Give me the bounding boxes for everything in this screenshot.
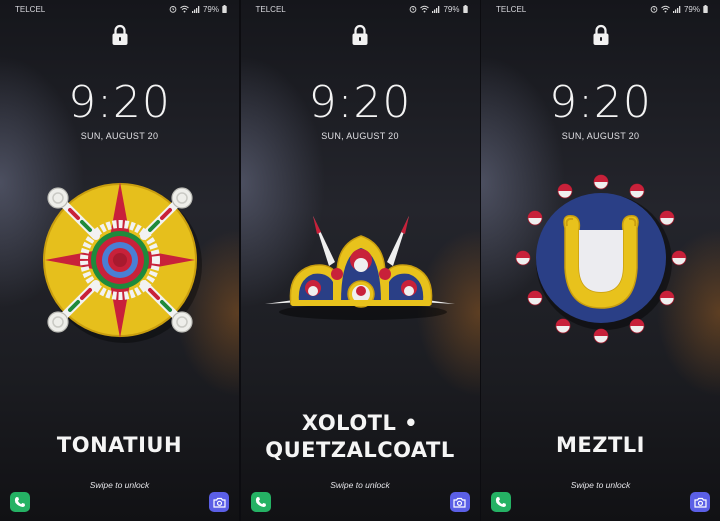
alarm-icon xyxy=(169,6,177,13)
swipe-to-unlock-hint: Swipe to unlock xyxy=(330,480,390,490)
lock-icon[interactable] xyxy=(111,24,129,46)
signal-icon xyxy=(672,6,681,13)
phone-shortcut-button[interactable] xyxy=(491,492,511,512)
status-bar: TELCEL 79% xyxy=(481,3,720,15)
phone-shortcut-button[interactable] xyxy=(10,492,30,512)
alarm-icon xyxy=(650,6,658,13)
status-bar: TELCEL 79% xyxy=(0,3,239,15)
wifi-icon xyxy=(661,5,670,13)
camera-icon xyxy=(693,497,707,508)
emblem-title-line-1: XOLOTL • xyxy=(301,411,419,435)
clock-time: 9:20 xyxy=(308,77,412,128)
emblem-title: MEZTLI xyxy=(556,433,645,457)
swipe-to-unlock-hint: Swipe to unlock xyxy=(570,480,631,490)
alarm-icon xyxy=(410,6,417,13)
moon-emblem-artwork xyxy=(515,174,687,344)
battery-icon xyxy=(462,5,468,13)
sun-emblem-artwork xyxy=(43,182,202,343)
clock-time: 9:20 xyxy=(68,77,171,128)
emblem-title-line-2: QUETZALCOATL xyxy=(265,438,455,462)
battery-percent: 79% xyxy=(202,4,219,14)
battery-icon xyxy=(222,5,227,13)
carrier-label: TELCEL xyxy=(255,4,286,14)
wifi-icon xyxy=(180,5,189,13)
status-bar: TELCEL 79% xyxy=(241,3,480,15)
carrier-label: TELCEL xyxy=(496,4,527,14)
signal-icon xyxy=(191,6,200,13)
battery-percent: 79% xyxy=(683,4,700,14)
camera-shortcut-button[interactable] xyxy=(449,492,470,512)
swipe-to-unlock-hint: Swipe to unlock xyxy=(89,480,150,490)
camera-icon xyxy=(453,497,466,508)
lockscreen-tonatiuh: TELCEL 79% 9:20 SUN, AUGUST 20 TONATIUH … xyxy=(0,0,239,521)
clock-time: 9:20 xyxy=(549,77,652,128)
camera-shortcut-button[interactable] xyxy=(690,492,710,512)
phone-shortcut-button[interactable] xyxy=(250,492,271,512)
lock-icon[interactable] xyxy=(351,24,369,46)
carrier-label: TELCEL xyxy=(15,4,46,14)
phone-icon xyxy=(14,497,25,507)
phone-icon xyxy=(255,497,266,507)
phone-icon xyxy=(495,497,506,507)
battery-icon xyxy=(703,5,708,13)
crown-emblem-artwork xyxy=(264,216,455,320)
emblem-title: TONATIUH xyxy=(56,433,183,457)
lock-icon[interactable] xyxy=(592,24,610,46)
emblem-title: XOLOTL • QUETZALCOATL xyxy=(241,410,480,464)
clock-date: SUN, AUGUST 20 xyxy=(321,131,399,141)
clock-date: SUN, AUGUST 20 xyxy=(80,131,159,141)
lockscreen-xolotl-quetzalcoatl: TELCEL 79% 9:20 SUN, AUGUST 20 XOLOTL • … xyxy=(240,0,480,521)
signal-icon xyxy=(432,6,440,13)
battery-percent: 79% xyxy=(443,4,460,14)
clock-date: SUN, AUGUST 20 xyxy=(561,131,640,141)
camera-icon xyxy=(212,497,226,508)
wifi-icon xyxy=(420,5,430,13)
lockscreen-meztli: TELCEL 79% 9:20 SUN, AUGUST 20 MEZTLI Sw… xyxy=(481,0,720,521)
camera-shortcut-button[interactable] xyxy=(209,492,229,512)
